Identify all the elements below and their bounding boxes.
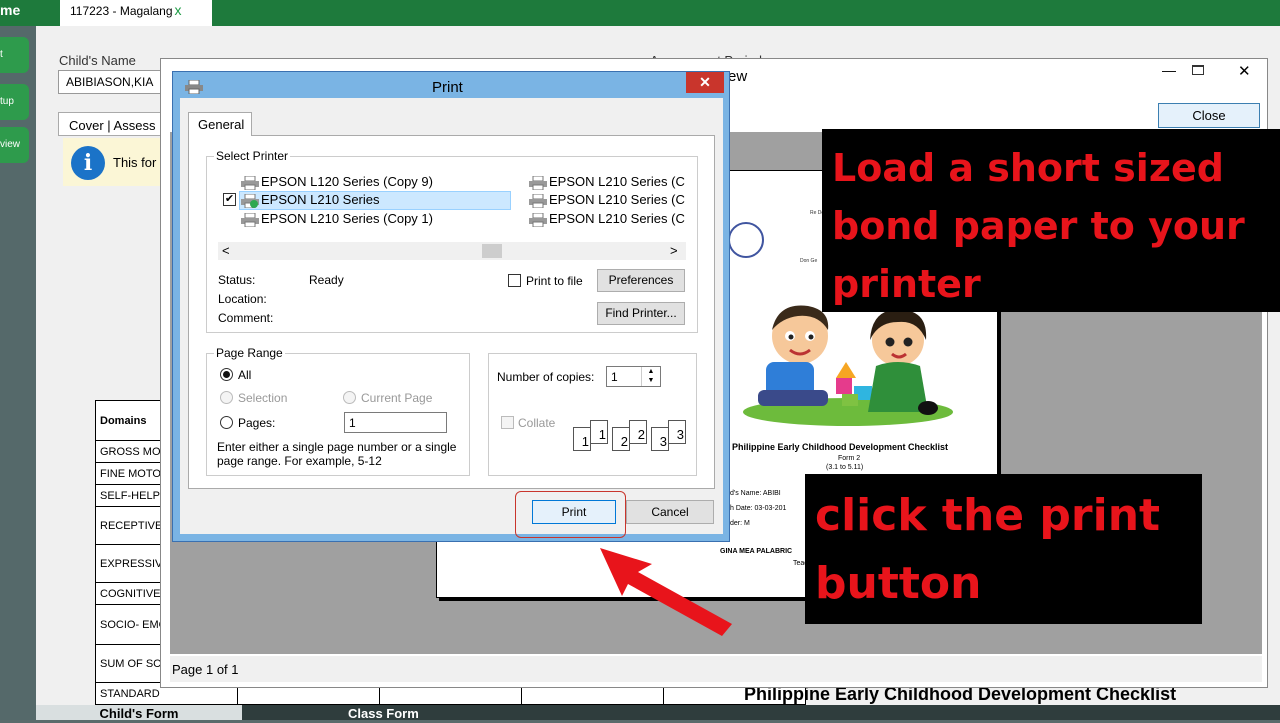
app-top-bar: me 117223 - Magalang x	[0, 0, 1280, 26]
cancel-button[interactable]: Cancel	[626, 500, 714, 524]
printer-icon	[241, 175, 259, 190]
collate-sheet-icon: 2	[612, 427, 630, 451]
minimize-icon[interactable]: —	[1162, 62, 1176, 78]
comment-label: Comment:	[218, 311, 274, 325]
radio-selection-label: Selection	[238, 391, 288, 405]
preview-status-bar: Page 1 of 1	[170, 656, 1262, 682]
form-tabs[interactable]: Cover | Assess	[58, 112, 168, 136]
callout-click-print: click the print button	[805, 474, 1202, 624]
radio-selection[interactable]	[220, 391, 233, 404]
page-form-label: Form 2	[838, 455, 861, 462]
spin-down-icon[interactable]: ▼	[642, 376, 660, 385]
page-count: Page 1 of 1	[172, 662, 239, 677]
select-printer-label: Select Printer	[214, 149, 291, 163]
printer-icon	[185, 80, 203, 94]
document-tab[interactable]: 117223 - Magalang x	[60, 0, 212, 26]
printer-name: EPSON L210 Series (C	[549, 174, 685, 189]
document-tab-title: 117223 - Magalang	[70, 4, 173, 18]
location-label: Location:	[218, 292, 267, 306]
printer-item[interactable]: EPSON L210 Series (Copy 1)	[241, 211, 433, 227]
default-printer-check-icon: ✔	[223, 193, 236, 206]
print-to-file-checkbox[interactable]	[508, 274, 521, 287]
preview-window-title: ew	[728, 68, 748, 85]
deped-seal-icon	[728, 222, 764, 258]
printer-item-selected[interactable]: EPSON L210 Series	[241, 192, 380, 208]
printer-icon	[529, 193, 547, 208]
print-dialog-title: Print	[432, 79, 463, 96]
page-header-text: Don Ge	[800, 258, 818, 264]
tab-general[interactable]: General	[188, 112, 252, 136]
radio-selected-dot	[223, 371, 230, 378]
preferences-button[interactable]: Preferences	[597, 269, 685, 292]
radio-current-page-label: Current Page	[361, 391, 433, 405]
printer-item[interactable]: EPSON L120 Series (Copy 9)	[241, 174, 433, 190]
find-printer-button[interactable]: Find Printer...	[597, 302, 685, 325]
printer-item[interactable]: EPSON L210 Series (C	[529, 174, 686, 190]
tab-class-form[interactable]: Class Form	[348, 705, 419, 723]
rail-button-label: t	[0, 49, 3, 60]
radio-all[interactable]	[220, 368, 233, 381]
rail-button-view[interactable]: view	[0, 127, 29, 163]
radio-all-label: All	[238, 368, 252, 382]
page-birth-date: h Date: 03-03-201	[730, 505, 787, 512]
collate-sheet-icon: 3	[668, 420, 686, 444]
printer-name: EPSON L210 Series (C	[549, 211, 685, 226]
scroll-right-icon[interactable]: >	[670, 243, 678, 258]
close-icon[interactable]: ✕	[1238, 62, 1251, 80]
print-to-file-label: Print to file	[526, 274, 583, 288]
page-range-label: Page Range	[214, 346, 285, 360]
printer-name: EPSON L120 Series (Copy 9)	[261, 174, 433, 189]
page-title: Philippine Early Childhood Development C…	[732, 442, 949, 452]
pages-input[interactable]: 1	[344, 412, 447, 433]
page-gender: der: M	[730, 520, 750, 527]
tab-close-icon[interactable]: x	[175, 2, 182, 18]
printer-name: EPSON L210 Series (C	[549, 192, 685, 207]
info-icon: i	[71, 146, 105, 180]
scroll-left-icon[interactable]: <	[222, 243, 230, 258]
rail-button-label: tup	[0, 96, 14, 107]
printer-name: EPSON L210 Series (Copy 1)	[261, 211, 433, 226]
copies-label: Number of copies:	[497, 370, 595, 384]
copies-stepper[interactable]: ▲ ▼	[641, 367, 660, 386]
collate-sheet-icon: 2	[629, 420, 647, 444]
status-value: Ready	[309, 273, 344, 287]
info-text: This for	[113, 155, 157, 170]
collate-sheet-icon: 3	[651, 427, 669, 451]
printer-name: EPSON L210 Series	[261, 192, 380, 207]
spin-up-icon[interactable]: ▲	[642, 367, 660, 376]
collate-checkbox[interactable]	[501, 416, 514, 429]
radio-current-page[interactable]	[343, 391, 356, 404]
child-name-label: Child's Name	[59, 53, 136, 68]
printer-icon	[241, 212, 259, 227]
child-name-field[interactable]: ABIBIASON,KIA	[58, 70, 168, 94]
printer-icon	[529, 212, 547, 227]
red-arrow-icon	[600, 548, 732, 636]
page-child-name: d's Name: ABIBI	[730, 490, 781, 497]
rail-button-1[interactable]: t	[0, 37, 29, 73]
status-label: Status:	[218, 273, 256, 287]
radio-pages[interactable]	[220, 416, 233, 429]
tab-childs-form[interactable]: Child's Form	[36, 705, 242, 721]
rail-button-setup[interactable]: tup	[0, 84, 29, 120]
children-illustration	[743, 305, 953, 426]
scrollbar-thumb[interactable]	[482, 244, 502, 258]
preview-close-button[interactable]: Close	[1158, 103, 1260, 128]
rail-button-label: view	[0, 139, 21, 150]
printer-icon	[529, 175, 547, 190]
printer-item[interactable]: EPSON L210 Series (C	[529, 211, 686, 227]
printer-list-scrollbar[interactable]	[218, 242, 686, 260]
maximize-icon[interactable]	[1192, 65, 1204, 75]
collate-sheet-icon: 1	[590, 420, 608, 444]
home-tab-label[interactable]: me	[0, 2, 20, 18]
printer-item[interactable]: EPSON L210 Series (C	[529, 192, 686, 208]
callout-load-paper: Load a short sized bond paper to your pr…	[822, 129, 1280, 312]
dialog-close-icon[interactable]: ✕	[686, 72, 724, 93]
collate-label: Collate	[518, 416, 556, 430]
page-range-hint: Enter either a single page number or a s…	[217, 440, 457, 468]
collate-sheet-icon: 1	[573, 427, 591, 451]
radio-pages-label: Pages:	[238, 416, 276, 430]
printer-icon	[241, 193, 259, 208]
page-age-range: (3.1 to 5.11)	[826, 464, 864, 471]
